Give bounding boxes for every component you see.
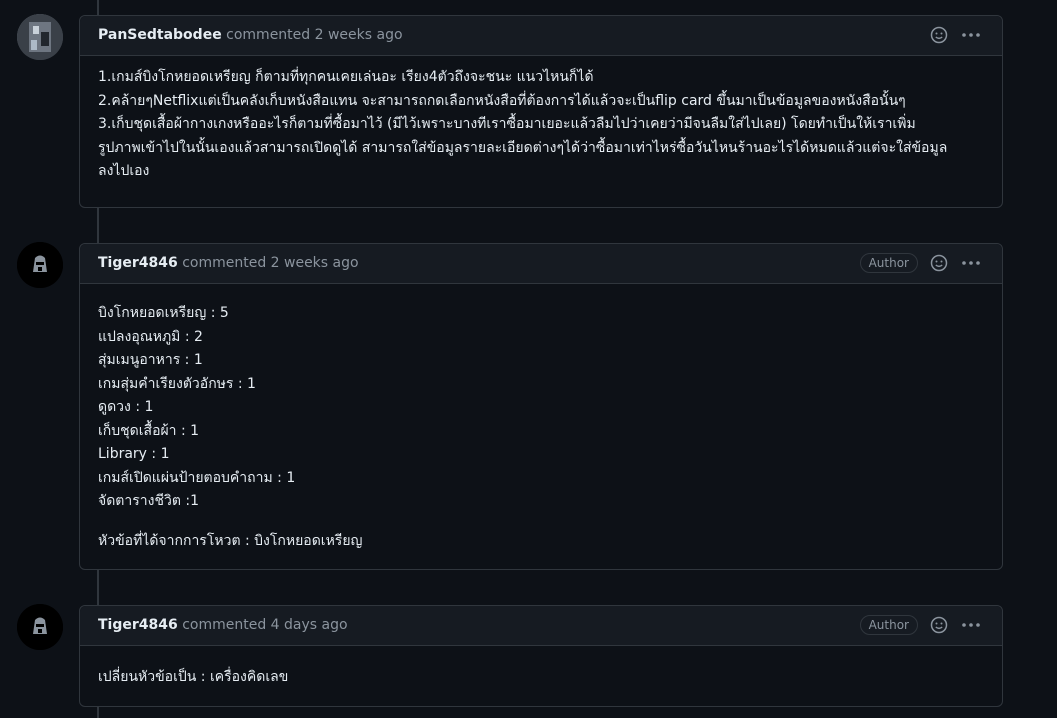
avatar-image-icon — [17, 604, 63, 650]
author-badge: Author — [859, 253, 918, 273]
smiley-icon[interactable] — [928, 614, 950, 636]
comment-author-line: Tiger4846 commented 2 weeks ago — [98, 255, 359, 271]
comment-author-line: Tiger4846 commented 4 days ago — [98, 617, 348, 633]
smiley-icon[interactable] — [928, 252, 950, 274]
author-badge: Author — [859, 615, 918, 635]
comment-actions: Author — [859, 614, 982, 636]
username-link[interactable]: Tiger4846 — [98, 617, 178, 633]
vote-line: จัดตารางชีวิต :1 — [98, 493, 199, 509]
username-link[interactable]: Tiger4846 — [98, 255, 178, 271]
vote-line: เก็บชุดเสื้อผ้า : 1 — [98, 422, 200, 439]
kebab-menu-icon[interactable] — [960, 252, 982, 274]
comment-box: Tiger4846 commented 4 days ago Author เป… — [79, 605, 1003, 707]
comment-timestamp[interactable]: commented 4 days ago — [182, 617, 347, 633]
vote-result: หัวข้อที่ได้จากการโหวต : บิงโกหยอดเหรียญ — [98, 532, 363, 549]
comment-line: เปลี่ยนหัวข้อเป็น : เครื่องคิดเลข — [98, 669, 289, 685]
vote-line: เกมส์เปิดแผ่นป้ายตอบคำถาม : 1 — [98, 469, 296, 486]
comment-line: 2.คล้ายๆNetflixแต่เป็นคลังเก็บหนังสือแทน… — [98, 92, 906, 109]
comment-author-line: PanSedtabodee commented 2 weeks ago — [98, 27, 403, 43]
vote-line: เกมสุ่มคำเรียงตัวอักษร : 1 — [98, 375, 256, 392]
avatar[interactable] — [17, 242, 63, 288]
avatar[interactable] — [17, 604, 63, 650]
vote-line: บิงโกหยอดเหรียญ : 5 — [98, 305, 229, 321]
comment-line: ลงไปเอง — [98, 163, 150, 179]
username-link[interactable]: PanSedtabodee — [98, 27, 222, 43]
vote-line: แปลงอุณหภูมิ : 2 — [98, 328, 203, 345]
comment-body: บิงโกหยอดเหรียญ : 5 แปลงอุณหภูมิ : 2 สุ่… — [80, 284, 1002, 567]
comment-header: Tiger4846 commented 2 weeks ago Author — [80, 244, 1002, 284]
smiley-icon[interactable] — [928, 24, 950, 46]
vote-line: ดูดวง : 1 — [98, 399, 154, 415]
comment-timestamp[interactable]: commented 2 weeks ago — [182, 255, 358, 271]
avatar-image-icon — [17, 242, 63, 288]
comment-header: Tiger4846 commented 4 days ago Author — [80, 606, 1002, 646]
kebab-menu-icon[interactable] — [960, 24, 982, 46]
comment-line: 1.เกมส์บิงโกหยอดเหรียญ ก็ตามที่ทุกคนเคยเ… — [98, 69, 594, 85]
comment-line: 3.เก็บชุดเสื้อผ้ากางเกงหรืออะไรก็ตามที่ซ… — [98, 116, 916, 132]
vote-line: Library : 1 — [98, 446, 170, 462]
comment-body: เปลี่ยนหัวข้อเป็น : เครื่องคิดเลข — [80, 646, 1002, 704]
comment-box: PanSedtabodee commented 2 weeks ago 1.เก… — [79, 15, 1003, 208]
comment-box: Tiger4846 commented 2 weeks ago Author บ… — [79, 243, 1003, 570]
vote-line: สุ่มเมนูอาหาร : 1 — [98, 352, 203, 368]
comment-line: รูปภาพเข้าไปในนั้นเองแล้วสามารถเปิดดูได้… — [98, 139, 948, 156]
comment-actions — [928, 24, 982, 46]
avatar-image-icon — [17, 14, 63, 60]
kebab-menu-icon[interactable] — [960, 614, 982, 636]
comment-actions: Author — [859, 252, 982, 274]
comment-header: PanSedtabodee commented 2 weeks ago — [80, 16, 1002, 56]
comment-body: 1.เกมส์บิงโกหยอดเหรียญ ก็ตามที่ทุกคนเคยเ… — [80, 56, 1002, 198]
comment-timestamp[interactable]: commented 2 weeks ago — [226, 27, 402, 43]
avatar[interactable] — [17, 14, 63, 60]
